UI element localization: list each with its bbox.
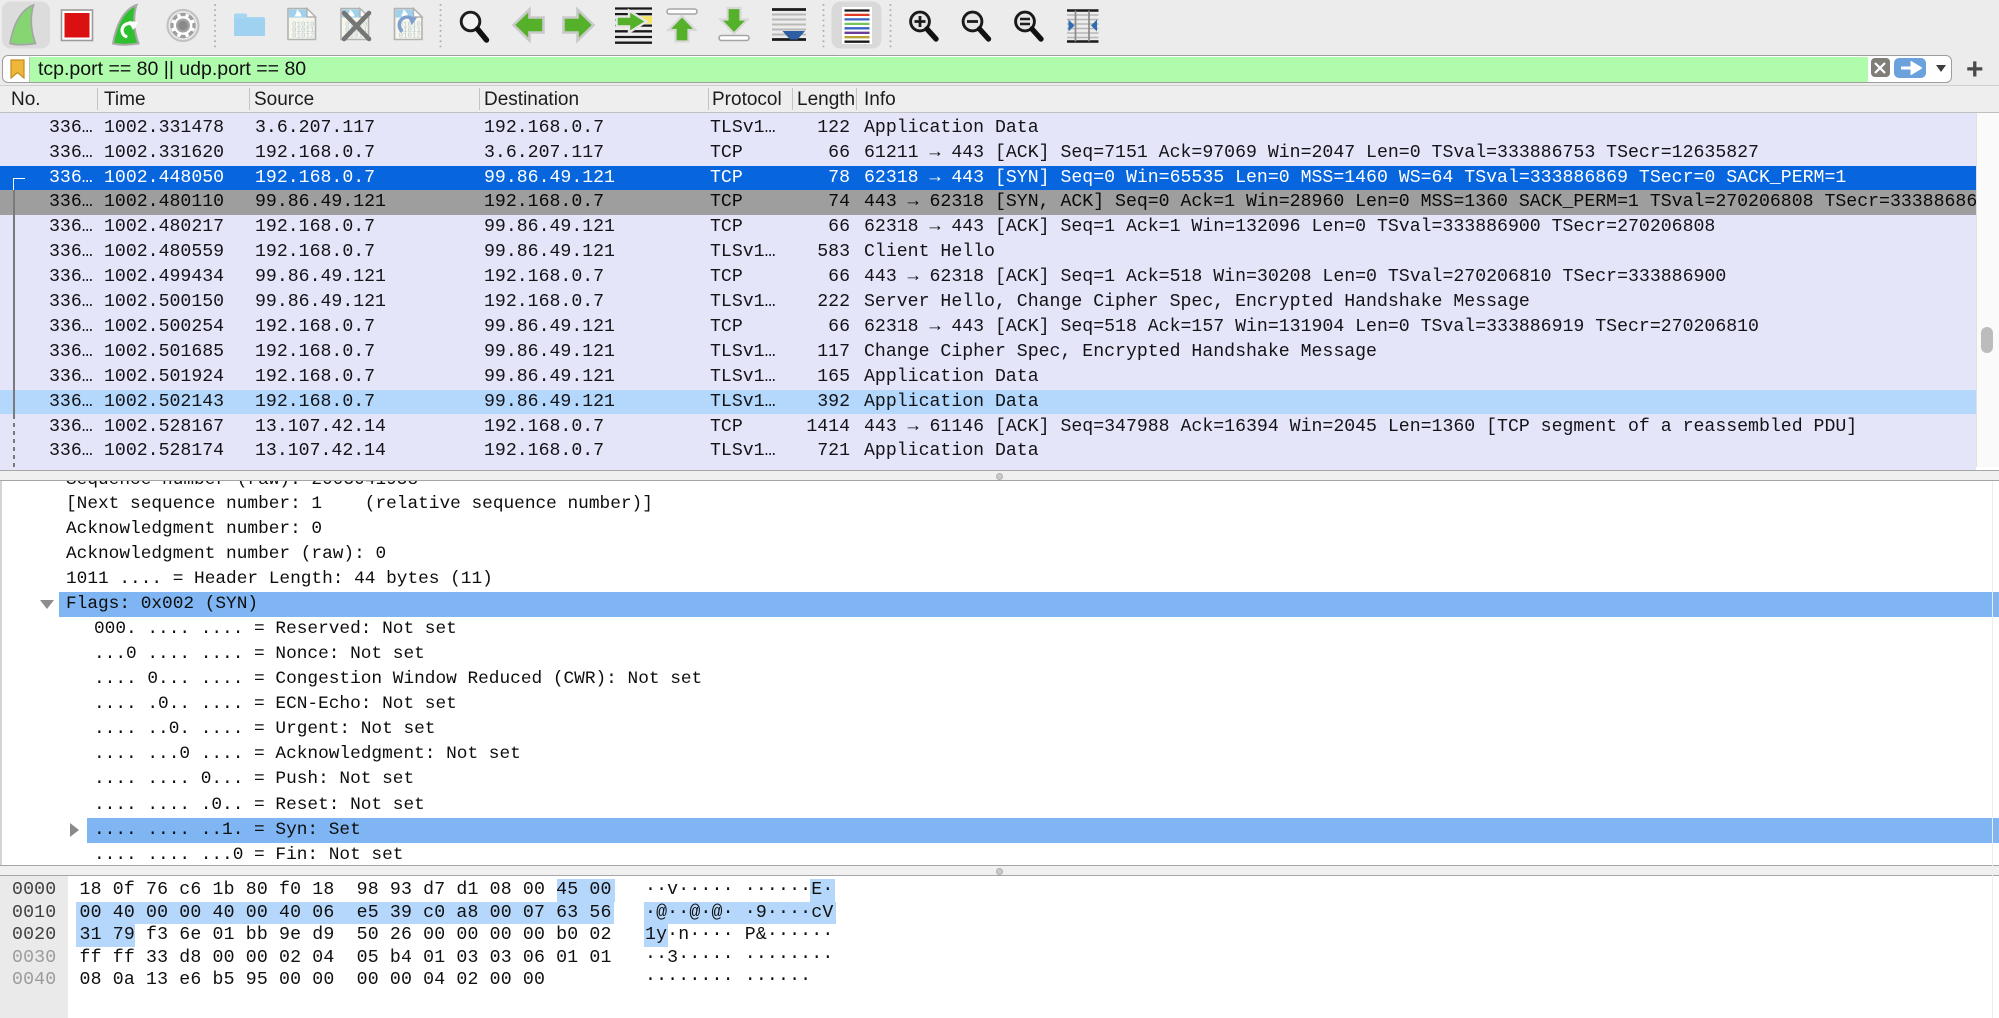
svg-text:01012: 01012: [399, 33, 422, 41]
svg-text:01012: 01012: [292, 33, 315, 41]
